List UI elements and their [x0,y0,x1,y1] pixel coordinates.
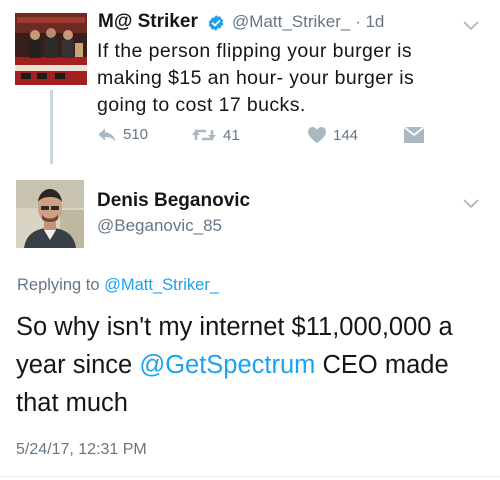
tweet-age: · 1d [350,12,385,31]
tweet-timestamp[interactable]: 5/24/17, 12:31 PM [16,441,147,459]
reply-tweet-text: So why isn't my internet $11,000,000 a y… [16,308,491,422]
mention-link[interactable]: @GetSpectrum [139,351,315,379]
like-button[interactable]: 144 [307,126,358,144]
avatar-denis-beganovic[interactable] [16,180,84,248]
direct-message-button[interactable] [403,126,425,144]
avatar-matt-striker[interactable] [15,13,87,85]
author-display-name[interactable]: M@ Striker [98,11,198,33]
thread-connector-line [50,90,53,164]
heart-icon [307,126,327,144]
reply-author-handle[interactable]: @Beganovic_85 [97,216,222,236]
tweet-text: If the person flipping your burger is ma… [97,40,415,116]
replying-to-prefix: Replying to [17,276,105,294]
envelope-icon [403,126,425,144]
retweet-count: 41 [223,126,240,144]
replying-to-handle-link[interactable]: @Matt_Striker_ [104,276,219,294]
tweet-actions: 510 41 144 [97,126,437,150]
retweet-button[interactable]: 41 [191,126,240,144]
divider [0,476,500,477]
chevron-down-icon[interactable] [463,196,479,208]
reply-author-display-name[interactable]: Denis Beganovic [97,190,250,212]
like-count: 144 [333,126,359,144]
verified-badge-icon [207,14,225,32]
retweet-icon [191,126,217,144]
reply-icon [97,127,117,143]
reply-count: 510 [123,126,149,143]
chevron-down-icon[interactable] [463,18,479,30]
reply-button[interactable]: 510 [97,126,148,143]
author-handle[interactable]: @Matt_Striker_ [232,12,350,31]
author-handle-and-age[interactable]: @Matt_Striker_ · 1d [232,12,384,32]
replying-to-line: Replying to @Matt_Striker_ [17,276,219,295]
